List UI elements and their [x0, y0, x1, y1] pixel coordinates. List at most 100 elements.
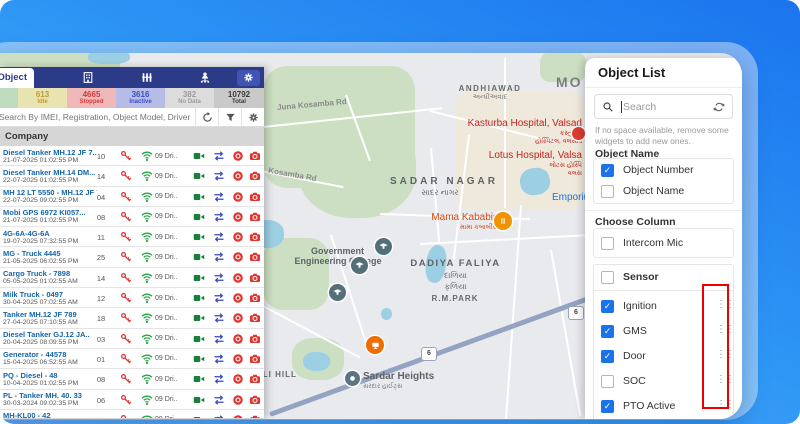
- swap-arrows-icon[interactable]: [213, 414, 225, 418]
- camera-icon[interactable]: [249, 272, 261, 284]
- vehicle-row[interactable]: Diesel Tanker MH.14 DM... 22-07-2025 01:…: [0, 166, 264, 186]
- vehicle-row[interactable]: Cargo Truck - 7898 05-05-2025 01:02:55 A…: [0, 268, 264, 288]
- video-camera-icon[interactable]: [193, 191, 205, 203]
- checkbox[interactable]: [601, 375, 614, 388]
- vehicle-row[interactable]: Diesel Tanker MH.12 JF 7... 21-07-2025 0…: [0, 146, 264, 166]
- object-name-link[interactable]: PQ - Diesel - 48: [3, 371, 97, 380]
- hospital-pin[interactable]: [572, 127, 585, 140]
- vehicle-row[interactable]: MH-KL00 - 42 07 09 Dri..: [0, 410, 264, 418]
- camera-icon[interactable]: [249, 353, 261, 365]
- camera-icon[interactable]: [249, 191, 261, 203]
- alert-circle-icon[interactable]: [232, 231, 244, 243]
- swap-arrows-icon[interactable]: [213, 353, 225, 365]
- vehicle-row[interactable]: MH 12 LT 5550 - MH.12 JF 7... 22-07-2025…: [0, 187, 264, 207]
- refresh-button[interactable]: [195, 108, 218, 126]
- object-name-link[interactable]: Cargo Truck - 7898: [3, 269, 97, 278]
- object-name-link[interactable]: Diesel Tanker GJ.12 JA..: [3, 330, 97, 339]
- checkbox[interactable]: [601, 350, 614, 363]
- restaurant-pin[interactable]: [494, 212, 512, 230]
- panel-settings-button[interactable]: [237, 70, 260, 86]
- video-camera-icon[interactable]: [193, 414, 205, 418]
- swap-arrows-icon[interactable]: [213, 373, 225, 385]
- option-row[interactable]: Object Name: [594, 182, 733, 203]
- vehicle-search-input[interactable]: [0, 112, 195, 122]
- alert-circle-icon[interactable]: [232, 191, 244, 203]
- education-pin[interactable]: [351, 257, 368, 274]
- poi-label[interactable]: Emporiu: [552, 192, 589, 203]
- education-pin[interactable]: [329, 284, 346, 301]
- video-camera-icon[interactable]: [193, 251, 205, 263]
- alert-circle-icon[interactable]: [232, 272, 244, 284]
- checkbox[interactable]: [601, 271, 614, 284]
- camera-icon[interactable]: [249, 312, 261, 324]
- option-row[interactable]: Object Number: [594, 161, 733, 182]
- driver-network-icon[interactable]: [199, 71, 212, 84]
- camera-icon[interactable]: [249, 414, 261, 418]
- object-name-link[interactable]: MH-KL00 - 42: [3, 411, 97, 418]
- object-name-link[interactable]: PL - Tanker MH. 40. 33: [3, 391, 97, 400]
- alert-circle-icon[interactable]: [232, 150, 244, 162]
- stat-total[interactable]: 10792Total: [214, 88, 264, 108]
- alert-circle-icon[interactable]: [232, 394, 244, 406]
- swap-arrows-icon[interactable]: [213, 191, 225, 203]
- checkbox[interactable]: [601, 400, 614, 413]
- swap-arrows-icon[interactable]: [213, 333, 225, 345]
- vehicle-row[interactable]: Tanker MH.12 JF 789 27-04-2025 07:10:55 …: [0, 308, 264, 328]
- camera-icon[interactable]: [249, 231, 261, 243]
- video-camera-icon[interactable]: [193, 312, 205, 324]
- object-name-link[interactable]: MG - Truck 4445: [3, 249, 97, 258]
- stat-nodata[interactable]: 382No Data: [165, 88, 214, 108]
- vehicle-row[interactable]: Generator - 44578 15-04-2025 06:52:55 AM…: [0, 349, 264, 369]
- camera-icon[interactable]: [249, 373, 261, 385]
- alert-circle-icon[interactable]: [232, 353, 244, 365]
- hospital-label[interactable]: Lotus Hospital, Valsa: [430, 150, 582, 161]
- checkbox[interactable]: [601, 164, 614, 177]
- stat-running[interactable]: [0, 88, 18, 108]
- object-name-link[interactable]: 4G-6A-4G-6A: [3, 229, 97, 238]
- video-camera-icon[interactable]: [193, 231, 205, 243]
- object-name-link[interactable]: Mobi GPS 6972 KI057...: [3, 208, 97, 217]
- alert-circle-icon[interactable]: [232, 211, 244, 223]
- object-name-link[interactable]: Generator - 44578: [3, 350, 97, 359]
- vehicle-row[interactable]: 4G-6A-4G-6A 19-07-2025 07:32:55 PM 11 09…: [0, 227, 264, 247]
- video-camera-icon[interactable]: [193, 373, 205, 385]
- camera-icon[interactable]: [249, 394, 261, 406]
- checkbox[interactable]: [601, 185, 614, 198]
- option-row[interactable]: Intercom Mic: [594, 234, 733, 255]
- camera-icon[interactable]: [249, 150, 261, 162]
- alert-circle-icon[interactable]: [232, 292, 244, 304]
- alert-circle-icon[interactable]: [232, 414, 244, 418]
- video-camera-icon[interactable]: [193, 211, 205, 223]
- checkbox[interactable]: [601, 325, 614, 338]
- video-camera-icon[interactable]: [193, 292, 205, 304]
- settings-button[interactable]: [241, 108, 264, 126]
- checkbox[interactable]: [601, 237, 614, 250]
- object-name-link[interactable]: Diesel Tanker MH.14 DM...: [3, 168, 97, 177]
- alert-circle-icon[interactable]: [232, 373, 244, 385]
- shop-pin[interactable]: [366, 336, 384, 354]
- video-camera-icon[interactable]: [193, 272, 205, 284]
- swap-arrows-icon[interactable]: [213, 231, 225, 243]
- place-pin[interactable]: [345, 371, 360, 386]
- swap-arrows-icon[interactable]: [213, 292, 225, 304]
- stat-idle[interactable]: 613Idle: [18, 88, 67, 108]
- object-name-link[interactable]: Diesel Tanker MH.12 JF 7...: [3, 148, 97, 157]
- swap-arrows-icon[interactable]: [213, 170, 225, 182]
- camera-icon[interactable]: [249, 292, 261, 304]
- stat-stopped[interactable]: 4665Stopped: [67, 88, 116, 108]
- alert-circle-icon[interactable]: [232, 312, 244, 324]
- vehicle-row[interactable]: Diesel Tanker GJ.12 JA.. 20-04-2025 08:0…: [0, 329, 264, 349]
- swap-arrows-icon[interactable]: [213, 312, 225, 324]
- video-camera-icon[interactable]: [193, 333, 205, 345]
- swap-arrows-icon[interactable]: [213, 211, 225, 223]
- hospital-label[interactable]: Kasturba Hospital, Valsad: [450, 118, 582, 129]
- sync-icon[interactable]: [713, 101, 725, 113]
- geofence-icon[interactable]: [141, 71, 154, 84]
- alert-circle-icon[interactable]: [232, 333, 244, 345]
- vehicle-row[interactable]: PL - Tanker MH. 40. 33 30-03-2024 09:02:…: [0, 390, 264, 410]
- alert-circle-icon[interactable]: [232, 170, 244, 182]
- swap-arrows-icon[interactable]: [213, 251, 225, 263]
- filter-button[interactable]: [218, 108, 241, 126]
- video-camera-icon[interactable]: [193, 353, 205, 365]
- object-name-link[interactable]: MH 12 LT 5550 - MH.12 JF 7...: [3, 188, 97, 197]
